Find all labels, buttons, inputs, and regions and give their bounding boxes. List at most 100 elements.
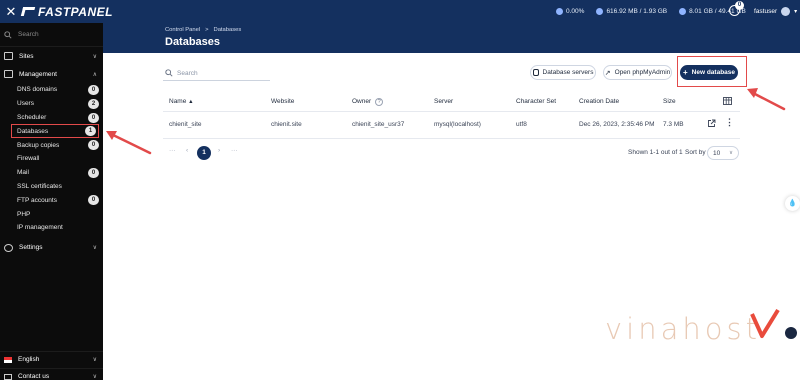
contact-us[interactable]: Contact us ∨ — [0, 368, 103, 380]
logo-mark-icon — [20, 7, 36, 16]
database-icon — [532, 69, 539, 76]
phpmyadmin-label: Open phpMyAdmin — [614, 69, 671, 76]
page-1-button[interactable]: 1 — [197, 146, 211, 160]
breadcrumb-separator: > — [205, 27, 209, 33]
close-icon[interactable]: ✕ — [0, 4, 22, 20]
top-bar: ✕ FASTPANEL 0.00% 616.92 MB / 1.93 GB 8.… — [0, 0, 800, 23]
sidebar-search-placeholder: Search — [18, 31, 39, 38]
watermark-text: vinahost — [605, 312, 761, 346]
cell-name[interactable]: chienit_site — [169, 121, 202, 128]
memory-value: 616.92 MB / 1.93 GB — [606, 8, 668, 15]
external-link-icon[interactable] — [707, 119, 716, 128]
column-header-label: Name — [169, 98, 187, 105]
sidebar-item-mail[interactable]: Mail 0 — [0, 166, 103, 180]
page-size-value: 10 — [713, 149, 721, 157]
column-header-created: Creation Date — [579, 98, 620, 105]
chevron-down-icon: ∨ — [92, 245, 97, 252]
database-servers-label: Database servers — [542, 69, 594, 76]
column-header-label: Owner — [352, 98, 372, 105]
cpu-stat: 0.00% — [556, 8, 584, 15]
cell-owner: chienit_site_usr37 — [352, 121, 405, 128]
logo[interactable]: FASTPANEL — [20, 5, 113, 19]
search-icon — [165, 69, 173, 77]
columns-settings-icon[interactable] — [723, 97, 732, 105]
prev-page-button[interactable]: ‹ — [186, 147, 188, 154]
sidebar-item-ip-management[interactable]: IP management — [0, 221, 103, 235]
flag-icon — [4, 356, 12, 363]
last-page-button[interactable]: ··· — [231, 147, 238, 154]
column-header-server: Server — [434, 98, 454, 105]
sidebar-item-label: PHP — [17, 210, 31, 218]
mail-icon — [4, 373, 12, 380]
sort-by-label: Sort by — [685, 149, 706, 156]
column-header-charset: Character Set — [516, 98, 557, 105]
sidebar-item-label: IP management — [17, 224, 63, 232]
sidebar-item-backup-copies[interactable]: Backup copies 0 — [0, 138, 103, 152]
sidebar-settings[interactable]: Settings ∨ — [0, 239, 103, 257]
cell-website[interactable]: chienit.site — [271, 121, 302, 128]
sidebar-item-dns-domains[interactable]: DNS domains 0 — [0, 83, 103, 97]
column-header-owner: Owner? — [352, 98, 384, 106]
sidebar-management[interactable]: Management ∧ — [0, 65, 103, 83]
highlight-box — [677, 56, 747, 87]
external-link-icon: ↗ — [604, 69, 611, 77]
page-size-select[interactable]: 10 ∨ — [707, 146, 739, 160]
count-badge: 1 — [85, 126, 96, 137]
sidebar-sites[interactable]: Sites ∨ — [0, 47, 103, 65]
next-page-button[interactable]: › — [218, 147, 220, 154]
database-servers-button[interactable]: Database servers — [530, 65, 596, 80]
search-input[interactable]: Search — [163, 66, 270, 81]
user-name: fastuser — [754, 8, 778, 15]
first-page-button[interactable]: ··· — [169, 147, 176, 154]
chevron-down-icon: ▾ — [794, 9, 798, 15]
column-header-name[interactable]: Name ▲ — [169, 98, 194, 105]
sidebar-item-databases[interactable]: Databases 1 — [11, 124, 99, 139]
chat-bot-icon[interactable] — [785, 327, 797, 339]
cell-size: 7.3 MB — [663, 121, 684, 128]
sidebar-search[interactable]: Search — [0, 23, 103, 47]
sidebar-item-firewall[interactable]: Firewall — [0, 152, 103, 166]
sort-arrow-icon: ▲ — [188, 99, 194, 105]
count-badge: 0 — [88, 112, 99, 123]
count-badge: 0 — [88, 167, 99, 178]
sidebar-item-ssl-certificates[interactable]: SSL certificates — [0, 180, 103, 194]
row-divider — [163, 138, 740, 139]
breadcrumb-current: Databases — [213, 27, 242, 33]
sidebar-management-label: Management — [19, 70, 57, 78]
sidebar-item-users[interactable]: Users 2 — [0, 97, 103, 111]
sidebar-item-label: Backup copies — [17, 141, 60, 149]
memory-stat: 616.92 MB / 1.93 GB — [596, 8, 667, 15]
sidebar-item-ftp-accounts[interactable]: FTP accounts 0 — [0, 193, 103, 207]
chevron-up-icon: ∧ — [92, 71, 97, 78]
chevron-down-icon: ∨ — [728, 150, 733, 156]
memory-icon — [596, 8, 604, 15]
count-badge: 0 — [88, 140, 99, 151]
breadcrumb-home[interactable]: Control Panel — [165, 27, 200, 33]
search-placeholder: Search — [177, 69, 198, 77]
sidebar-item-php[interactable]: PHP — [0, 207, 103, 221]
chevron-down-icon: ∨ — [92, 53, 97, 60]
open-phpmyadmin-button[interactable]: ↗ Open phpMyAdmin — [603, 65, 672, 80]
chevron-down-icon: ∨ — [92, 357, 97, 363]
more-vertical-icon[interactable]: ⋮ — [725, 118, 734, 127]
help-icon[interactable]: ? — [375, 98, 384, 106]
management-icon — [4, 70, 13, 78]
cell-charset: utf8 — [516, 121, 527, 128]
cpu-icon — [556, 8, 563, 15]
sidebar-item-label: Users — [17, 100, 34, 108]
sidebar-item-scheduler[interactable]: Scheduler 0 — [0, 111, 103, 125]
notifications-icon[interactable]: 0 — [729, 1, 744, 16]
page-header: Control Panel > Databases Databases — [103, 23, 800, 53]
resource-stats: 0.00% 616.92 MB / 1.93 GB 8.01 GB / 49.4… — [556, 0, 746, 23]
arrow-to-new-database-icon — [747, 88, 786, 111]
sidebar-item-label: Scheduler — [17, 113, 47, 121]
side-widget-icon[interactable]: 💧 — [785, 196, 800, 211]
language-selector[interactable]: English ∨ — [0, 351, 103, 367]
sidebar-item-label: Firewall — [17, 155, 40, 163]
sidebar: Search Sites ∨ Management ∧ DNS domains 0… — [0, 23, 103, 380]
notifications-badge: 0 — [735, 1, 744, 10]
user-menu[interactable]: fastuser ▾ — [754, 0, 797, 23]
sites-icon — [4, 52, 13, 60]
disk-icon — [679, 8, 687, 15]
sidebar-sites-label: Sites — [19, 52, 34, 60]
